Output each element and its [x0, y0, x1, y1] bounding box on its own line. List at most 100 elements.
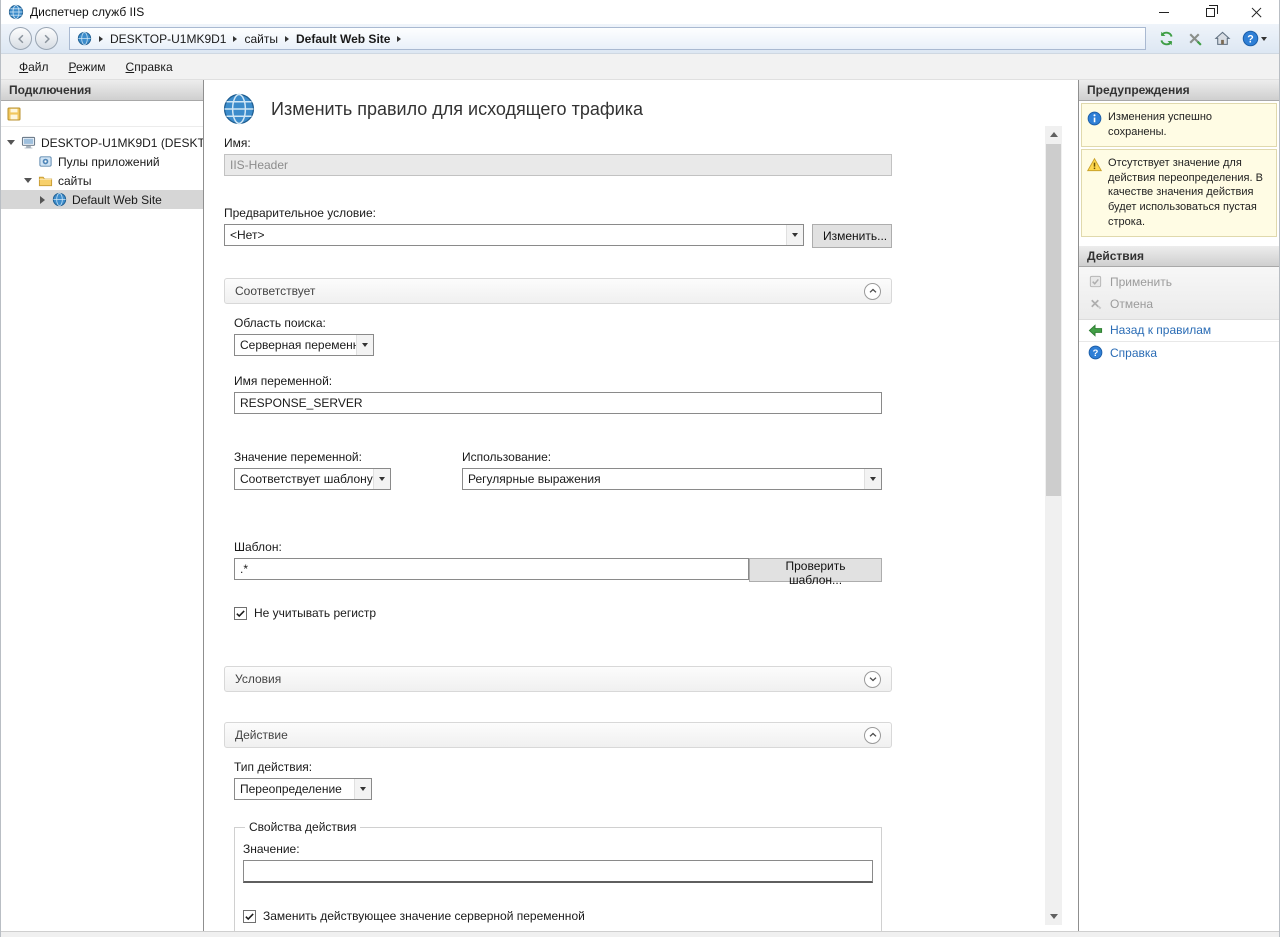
- precondition-value: <Нет>: [225, 225, 786, 245]
- tree-item-server[interactable]: DESKTOP-U1MK9D1 (DESKTO: [1, 133, 203, 152]
- scope-select[interactable]: Серверная переменн: [234, 334, 374, 356]
- ignore-case-checkbox[interactable]: [234, 607, 247, 620]
- precondition-select[interactable]: <Нет>: [224, 224, 804, 246]
- close-button[interactable]: [1233, 0, 1279, 24]
- check-icon: [235, 608, 246, 619]
- info-icon: [1087, 111, 1102, 126]
- action-properties-legend: Свойства действия: [245, 820, 360, 834]
- expander-collapse-icon[interactable]: [23, 178, 33, 183]
- help-label: Справка: [1110, 346, 1157, 360]
- edit-precondition-button[interactable]: Изменить...: [812, 224, 892, 248]
- section-action-body: Тип действия: Переопределение Свойства д…: [224, 748, 892, 931]
- section-match-body: Область поиска: Серверная переменн Имя п…: [224, 304, 892, 636]
- action-type-value: Переопределение: [235, 779, 354, 799]
- breadcrumb-item-default-web-site[interactable]: Default Web Site: [296, 32, 390, 46]
- save-connections-icon[interactable]: [6, 106, 22, 122]
- usage-value: Регулярные выражения: [463, 469, 864, 489]
- variable-value-label: Значение переменной:: [234, 450, 462, 464]
- precondition-label: Предварительное условие:: [224, 206, 892, 220]
- section-conditions-header[interactable]: Условия: [224, 666, 892, 692]
- app-globe-icon: [8, 4, 24, 20]
- tree-item-label: сайты: [58, 174, 92, 188]
- scroll-up-icon: [1050, 132, 1058, 137]
- title-bar: Диспетчер служб IIS: [1, 0, 1279, 24]
- breadcrumb-item-sites[interactable]: сайты: [244, 32, 278, 46]
- cancel-label: Отмена: [1110, 297, 1153, 311]
- back-arrow-icon: [15, 33, 27, 45]
- info-alert: Изменения успешно сохранены.: [1081, 103, 1277, 147]
- tree-item-label: Default Web Site: [72, 193, 162, 207]
- variable-value: Соответствует шаблону: [235, 469, 373, 489]
- breadcrumb-item-server[interactable]: DESKTOP-U1MK9D1: [110, 32, 226, 46]
- back-to-rules-label: Назад к правилам: [1110, 323, 1211, 337]
- chevron-down-icon: [1261, 37, 1267, 41]
- back-green-arrow-icon: [1088, 323, 1103, 338]
- variable-name-label: Имя переменной:: [234, 374, 882, 388]
- server-icon: [21, 135, 36, 150]
- expander-collapse-icon[interactable]: [6, 140, 16, 145]
- restore-button[interactable]: [1187, 0, 1233, 24]
- breadcrumb-separator-icon: [397, 36, 401, 42]
- site-globe-icon: [77, 31, 92, 46]
- usage-label: Использование:: [462, 450, 882, 464]
- help-link[interactable]: ? Справка: [1079, 342, 1279, 364]
- restore-icon: [1206, 8, 1215, 17]
- breadcrumb[interactable]: DESKTOP-U1MK9D1 сайты Default Web Site: [69, 27, 1146, 50]
- home-icon[interactable]: [1214, 30, 1231, 47]
- refresh-icon[interactable]: [1158, 30, 1175, 47]
- pattern-input[interactable]: [234, 558, 749, 580]
- replace-value-checkbox[interactable]: [243, 910, 256, 923]
- folder-icon: [38, 173, 53, 188]
- menu-help[interactable]: Справка: [116, 57, 183, 77]
- test-pattern-button[interactable]: Проверить шаблон...: [749, 558, 882, 582]
- chevron-down-icon: [786, 225, 803, 245]
- action-properties-group: Свойства действия Значение: Заменить дей…: [234, 820, 882, 931]
- help-icon: ?: [1088, 345, 1103, 360]
- main-panel: Изменить правило для исходящего трафика …: [204, 80, 1079, 931]
- rule-name-input[interactable]: [224, 154, 892, 176]
- action-value-input[interactable]: [243, 860, 873, 883]
- minimize-button[interactable]: [1141, 0, 1187, 24]
- actions-header: Действия: [1079, 246, 1279, 267]
- vertical-scrollbar[interactable]: [1045, 126, 1062, 925]
- apply-icon: [1088, 274, 1103, 289]
- back-button[interactable]: [9, 27, 32, 50]
- chevron-down-icon: [864, 469, 881, 489]
- warning-alert: Отсутствует значение для действия переоп…: [1081, 149, 1277, 237]
- scroll-up-button[interactable]: [1045, 126, 1062, 143]
- collapse-up-icon[interactable]: [864, 283, 881, 300]
- scroll-down-button[interactable]: [1045, 908, 1062, 925]
- collapse-down-icon[interactable]: [864, 671, 881, 688]
- tree-item-sites[interactable]: сайты: [1, 171, 203, 190]
- ignore-case-label: Не учитывать регистр: [254, 606, 376, 620]
- usage-select[interactable]: Регулярные выражения: [462, 468, 882, 490]
- menu-file[interactable]: Файл: [9, 57, 59, 77]
- site-globe-icon: [52, 192, 67, 207]
- stop-icon[interactable]: [1186, 30, 1203, 47]
- connections-panel: Подключения DESKTOP-U1MK: [1, 80, 204, 931]
- help-menu-button[interactable]: ?: [1242, 30, 1267, 47]
- collapse-up-icon[interactable]: [864, 727, 881, 744]
- tree-item-app-pools[interactable]: Пулы приложений: [1, 152, 203, 171]
- chevron-down-icon: [373, 469, 390, 489]
- page-globe-icon: [222, 92, 256, 126]
- alerts-header: Предупреждения: [1079, 80, 1279, 101]
- scope-value: Серверная переменн: [235, 335, 356, 355]
- scrollbar-thumb[interactable]: [1046, 144, 1061, 496]
- section-action-header[interactable]: Действие: [224, 722, 892, 748]
- variable-value-select[interactable]: Соответствует шаблону: [234, 468, 391, 490]
- action-type-select[interactable]: Переопределение: [234, 778, 372, 800]
- tree-item-default-web-site[interactable]: Default Web Site: [1, 190, 203, 209]
- warning-icon: [1087, 157, 1102, 172]
- name-label: Имя:: [224, 136, 892, 150]
- forward-arrow-icon: [41, 33, 53, 45]
- section-match-header[interactable]: Соответствует: [224, 278, 892, 304]
- apply-button: Применить: [1079, 271, 1279, 293]
- back-to-rules-link[interactable]: Назад к правилам: [1079, 320, 1279, 342]
- minimize-icon: [1159, 12, 1169, 13]
- menu-view[interactable]: Режим: [59, 57, 116, 77]
- connections-header: Подключения: [1, 80, 203, 101]
- expander-expand-icon[interactable]: [37, 196, 47, 204]
- forward-button[interactable]: [35, 27, 58, 50]
- variable-name-input[interactable]: [234, 392, 882, 414]
